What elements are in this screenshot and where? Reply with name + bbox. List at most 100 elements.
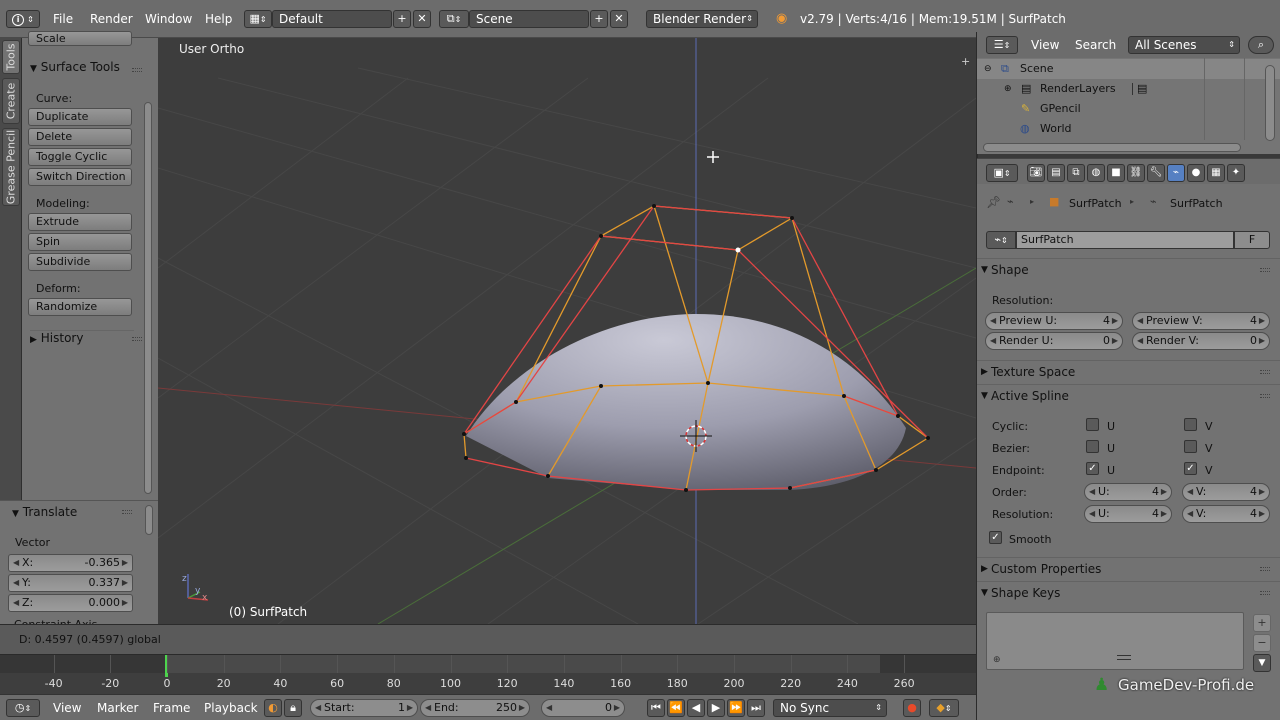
jump-end-icon[interactable]: ⏭ [747, 699, 765, 717]
shape-keys-header[interactable]: ▼ Shape Keys [977, 581, 1280, 603]
resolution-u-field[interactable]: ◀ U: 4 ▶ [1084, 505, 1172, 523]
shape-key-menu-icon[interactable]: ▼ [1253, 654, 1271, 672]
viewport-canvas[interactable]: y x z [158, 38, 976, 624]
lock-icon[interactable]: 🔒︎ [284, 699, 302, 717]
add-layout-icon[interactable]: + [393, 10, 411, 28]
jump-keyframe-forward-icon[interactable]: ⏩ [727, 699, 745, 717]
extrude-button[interactable]: Extrude [28, 213, 132, 231]
outliner-search-icon[interactable]: ⌕ [1248, 36, 1274, 54]
surface-tools-header[interactable]: ▼ Surface Tools [30, 60, 120, 74]
render-layers-icon[interactable]: ▤ [1047, 164, 1065, 182]
subdivide-button[interactable]: Subdivide [28, 253, 132, 271]
shape-keys-list[interactable]: ⊕ [986, 612, 1244, 670]
panel-grip-icon[interactable] [132, 337, 142, 341]
screen-layout-button[interactable]: ▦⇕ [244, 10, 272, 28]
tab-tools[interactable]: Tools [2, 40, 20, 74]
scene-button[interactable]: ⧉⇕ [439, 10, 469, 28]
resolution-v-field[interactable]: ◀ V: 4 ▶ [1182, 505, 1270, 523]
shape-panel-header[interactable]: ▼ Shape [977, 258, 1280, 280]
render-v-field[interactable]: ◀ Render V: 0 ▶ [1132, 332, 1270, 350]
world-icon[interactable]: ◍ [1087, 164, 1105, 182]
jump-start-icon[interactable]: ⏮ [647, 699, 665, 717]
record-icon[interactable]: ● [903, 699, 921, 717]
toolshelf-scrollbar[interactable] [144, 102, 152, 494]
panel-grip-icon[interactable] [1260, 268, 1270, 272]
add-shape-key-icon[interactable]: + [1253, 614, 1271, 632]
panel-grip-icon[interactable] [1260, 567, 1270, 571]
scene-icon[interactable]: ⧉ [1067, 164, 1085, 182]
keying-set-icon[interactable]: ◆⇕ [929, 699, 959, 717]
jump-keyframe-back-icon[interactable]: ⏪ [667, 699, 685, 717]
properties-editor-type-button[interactable]: ▣⇕ [986, 164, 1018, 182]
texture-space-header[interactable]: ▶ Texture Space [977, 360, 1280, 382]
constraints-icon[interactable]: ⛓ [1127, 164, 1145, 182]
timeline-menu-frame[interactable]: Frame [153, 701, 190, 715]
history-header[interactable]: ▶ History [30, 330, 134, 345]
outliner-editor-type-button[interactable]: ☰⇕ [986, 36, 1018, 54]
tab-grease-pencil[interactable]: Grease Pencil [2, 128, 20, 206]
play-reverse-icon[interactable]: ◀ [687, 699, 705, 717]
render-u-field[interactable]: ◀ Render U: 0 ▶ [985, 332, 1123, 350]
timeline-menu-view[interactable]: View [53, 701, 81, 715]
outliner-row-renderlayers[interactable]: ⊕ ▤ RenderLayers ▤ [977, 79, 1280, 99]
cyclic-u-checkbox[interactable] [1086, 418, 1099, 431]
outliner-display-mode[interactable]: All Scenes ⇕ [1128, 36, 1240, 54]
play-icon[interactable]: ▶ [707, 699, 725, 717]
randomize-button[interactable]: Randomize [28, 298, 132, 316]
bezier-u-checkbox[interactable] [1086, 440, 1099, 453]
cyclic-v-checkbox[interactable] [1184, 418, 1197, 431]
breadcrumb-data[interactable]: SurfPatch [1170, 197, 1223, 210]
list-resize-icon[interactable]: ⊕ [993, 655, 1001, 665]
active-spline-header[interactable]: ▼ Active Spline [977, 384, 1280, 406]
scale-button[interactable]: Scale [28, 31, 132, 46]
menu-help[interactable]: Help [205, 12, 232, 26]
remove-layout-icon[interactable]: ✕ [413, 10, 431, 28]
delete-button[interactable]: Delete [28, 128, 132, 146]
endpoint-v-checkbox[interactable]: ✓ [1184, 462, 1197, 475]
layout-selector[interactable]: Default [272, 10, 392, 28]
panel-grip-icon[interactable] [1260, 370, 1270, 374]
outliner-row-gpencil[interactable]: ✎ GPencil [977, 99, 1280, 119]
pin-icon[interactable]: 📌︎ [986, 195, 1001, 209]
curve-data-icon[interactable]: ⌁ [1167, 164, 1185, 182]
particles-icon[interactable]: ✦ [1227, 164, 1245, 182]
start-frame-field[interactable]: ◀ Start: 1 ▶ [310, 699, 418, 717]
panel-grip-icon[interactable] [122, 510, 132, 514]
outliner-menu-search[interactable]: Search [1075, 38, 1116, 52]
remove-shape-key-icon[interactable]: − [1253, 634, 1271, 652]
custom-properties-header[interactable]: ▶ Custom Properties [977, 557, 1280, 579]
spin-button[interactable]: Spin [28, 233, 132, 251]
outliner-row-world[interactable]: ◍ World [977, 119, 1280, 139]
panel-grip-icon[interactable] [132, 68, 142, 72]
preview-v-field[interactable]: ◀ Preview V: 4 ▶ [1132, 312, 1270, 330]
current-frame-field[interactable]: ◀ 0 ▶ [541, 699, 625, 717]
timeline-editor-type-button[interactable]: ◷⇕ [6, 699, 40, 717]
preview-range-icon[interactable]: ◐ [264, 699, 282, 717]
scene-selector[interactable]: Scene [469, 10, 589, 28]
bezier-v-checkbox[interactable] [1184, 440, 1197, 453]
expand-icon[interactable]: ⊕ [1004, 79, 1012, 99]
collapse-icon[interactable]: ⊖ [984, 59, 992, 79]
outliner-row-scene[interactable]: ⊖ ⧉ Scene [977, 59, 1280, 79]
breadcrumb-object[interactable]: SurfPatch [1069, 197, 1122, 210]
material-icon[interactable]: ● [1187, 164, 1205, 182]
outliner-menu-view[interactable]: View [1031, 38, 1059, 52]
vector-z-field[interactable]: ◀ Z: 0.000 ▶ [8, 594, 133, 612]
outliner-hscrollbar[interactable] [983, 143, 1241, 152]
timeline-menu-playback[interactable]: Playback [204, 701, 258, 715]
expand-region-icon[interactable]: + [961, 55, 970, 68]
order-u-field[interactable]: ◀ U: 4 ▶ [1084, 483, 1172, 501]
translate-header[interactable]: ▼ Translate [12, 505, 77, 519]
surface-patch[interactable] [466, 313, 906, 490]
remove-scene-icon[interactable]: ✕ [610, 10, 628, 28]
tab-create[interactable]: Create [2, 78, 20, 124]
timeline-menu-marker[interactable]: Marker [97, 701, 138, 715]
end-frame-field[interactable]: ◀ End: 250 ▶ [420, 699, 530, 717]
vector-x-field[interactable]: ◀ X: -0.365 ▶ [8, 554, 133, 572]
render-icon[interactable]: 📷︎ [1027, 164, 1045, 182]
modifiers-icon[interactable]: 🔧︎ [1147, 164, 1165, 182]
order-v-field[interactable]: ◀ V: 4 ▶ [1182, 483, 1270, 501]
menu-file[interactable]: File [53, 12, 73, 26]
toggle-cyclic-button[interactable]: Toggle Cyclic [28, 148, 132, 166]
texture-icon[interactable]: ▦ [1207, 164, 1225, 182]
